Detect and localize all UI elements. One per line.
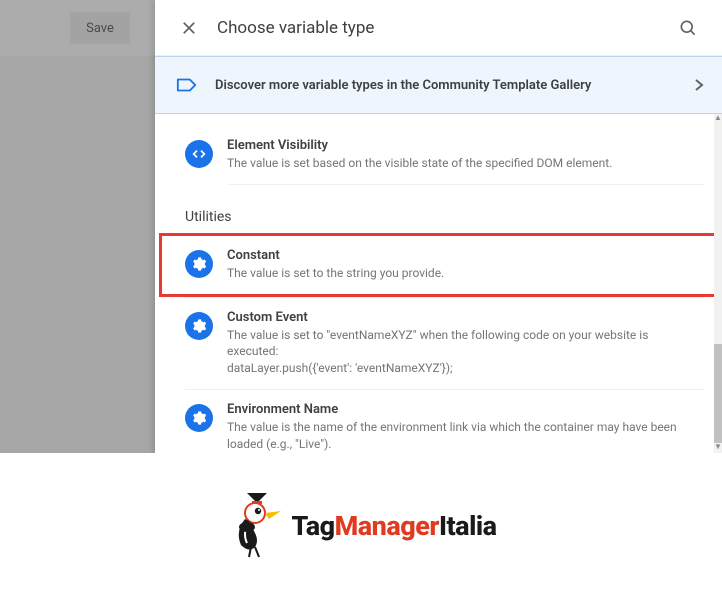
item-title: Constant (227, 248, 701, 263)
variable-type-panel: Choose variable type Discover more varia… (155, 0, 722, 453)
variable-type-element-visibility[interactable]: Element Visibility The value is set base… (185, 126, 704, 184)
item-desc: The value is the name of the environment… (227, 419, 700, 453)
community-gallery-row[interactable]: Discover more variable types in the Comm… (155, 56, 722, 114)
item-desc: The value is set to "eventNameXYZ" when … (227, 327, 700, 377)
gear-icon (185, 250, 213, 278)
close-icon (180, 19, 198, 37)
variable-type-constant[interactable]: Constant The value is set to the string … (159, 233, 718, 297)
panel-title: Choose variable type (217, 18, 374, 38)
footer-logo-area: TagManagerItalia (0, 453, 722, 598)
item-title: Custom Event (227, 310, 700, 325)
code-icon (185, 140, 213, 168)
tag-icon (173, 71, 201, 99)
item-desc: The value is set to the string you provi… (227, 265, 701, 282)
gear-icon (185, 404, 213, 432)
variable-type-custom-event[interactable]: Custom Event The value is set to "eventN… (185, 297, 704, 389)
item-title: Environment Name (227, 402, 700, 417)
search-icon (678, 18, 698, 38)
item-title: Element Visibility (227, 138, 700, 153)
woodpecker-icon (225, 491, 285, 561)
logo-text: TagManagerItalia (291, 510, 496, 542)
item-desc: The value is set based on the visible st… (227, 155, 700, 172)
divider (229, 184, 704, 185)
scrollbar-track[interactable]: ▲ ▼ (714, 114, 722, 453)
section-utilities: Utilities (185, 209, 704, 225)
close-button[interactable] (169, 8, 209, 48)
variable-type-environment-name[interactable]: Environment Name The value is the name o… (185, 389, 704, 453)
scrollbar-thumb[interactable] (714, 344, 722, 453)
gear-icon (185, 312, 213, 340)
scroll-up-icon[interactable]: ▲ (714, 114, 722, 124)
chevron-right-icon (694, 78, 704, 92)
panel-header: Choose variable type (155, 0, 722, 56)
search-button[interactable] (668, 8, 708, 48)
tagmanageritalia-logo: TagManagerItalia (225, 491, 496, 561)
variable-list-scroll[interactable]: Element Visibility The value is set base… (155, 114, 722, 453)
scroll-down-icon[interactable]: ▼ (714, 443, 722, 453)
gallery-label: Discover more variable types in the Comm… (215, 78, 591, 93)
